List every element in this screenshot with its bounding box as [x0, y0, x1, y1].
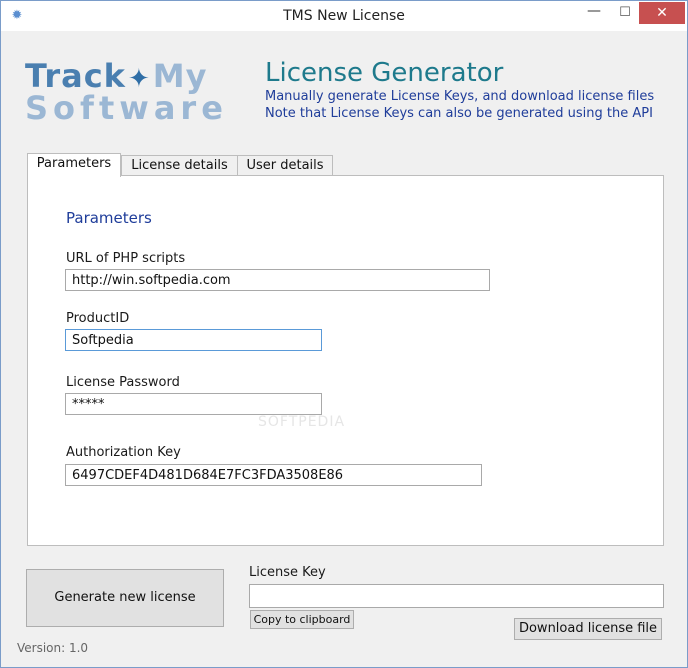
minimize-button[interactable]: — [577, 2, 611, 24]
title-bar: ✹ TMS New License — ☐ ✕ [1, 1, 687, 31]
tab-user-details[interactable]: User details [237, 155, 333, 176]
tab-parameters[interactable]: Parameters [27, 153, 121, 177]
logo-word-software: Software [25, 89, 228, 127]
watermark-text: SOFTPEDIA [258, 414, 346, 430]
url-input[interactable]: http://win.softpedia.com [65, 269, 490, 291]
product-id-label: ProductID [66, 311, 130, 326]
download-license-file-button[interactable]: Download license file [514, 618, 662, 640]
product-id-input[interactable]: Softpedia [65, 329, 322, 351]
trackmysoftware-logo: Track✦My Software [25, 57, 235, 129]
authorization-key-input[interactable]: 6497CDEF4D481D684E7FC3FDA3508E86 [65, 464, 482, 486]
authorization-key-label: Authorization Key [66, 445, 181, 460]
maximize-button[interactable]: ☐ [611, 2, 639, 24]
page-title: License Generator [265, 58, 504, 88]
license-password-input[interactable]: ***** [65, 393, 322, 415]
parameters-panel: SOFTPEDIA Parameters URL of PHP scripts … [27, 175, 664, 546]
generate-license-button[interactable]: Generate new license [26, 569, 224, 627]
main-window: ✹ TMS New License — ☐ ✕ Track✦My Softwar… [0, 0, 688, 668]
version-label: Version: 1.0 [17, 641, 89, 655]
url-label: URL of PHP scripts [66, 251, 186, 266]
tab-license-details[interactable]: License details [121, 155, 238, 176]
copy-to-clipboard-button[interactable]: Copy to clipboard [250, 610, 354, 629]
subtitle-line-1: Manually generate License Keys, and down… [265, 89, 655, 104]
license-key-label: License Key [249, 565, 326, 580]
license-key-input[interactable] [249, 584, 664, 608]
license-password-label: License Password [66, 375, 180, 390]
section-title: Parameters [66, 209, 152, 227]
close-button[interactable]: ✕ [639, 2, 685, 24]
subtitle-line-2: Note that License Keys can also be gener… [265, 106, 653, 121]
